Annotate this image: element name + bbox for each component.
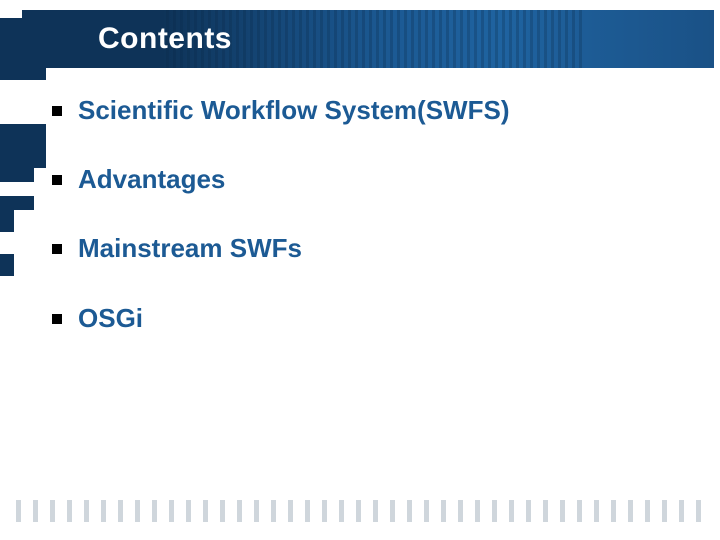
list-item: Scientific Workflow System(SWFS) (48, 95, 680, 126)
content-area: Scientific Workflow System(SWFS) Advanta… (48, 95, 680, 372)
list-item-label: OSGi (78, 303, 143, 333)
list-item-label: Mainstream SWFs (78, 233, 302, 263)
list-item: OSGi (48, 303, 680, 334)
list-item: Advantages (48, 164, 680, 195)
footer-decoration-ticks (10, 500, 710, 522)
contents-list: Scientific Workflow System(SWFS) Advanta… (48, 95, 680, 334)
slide: Contents Scientific Workflow System(SWFS… (0, 0, 720, 540)
list-item-label: Advantages (78, 164, 225, 194)
list-item: Mainstream SWFs (48, 233, 680, 264)
pointing-hand-icon (0, 0, 90, 80)
list-item-label: Scientific Workflow System(SWFS) (78, 95, 509, 125)
header-band: Contents (6, 10, 714, 68)
page-title: Contents (98, 22, 232, 56)
